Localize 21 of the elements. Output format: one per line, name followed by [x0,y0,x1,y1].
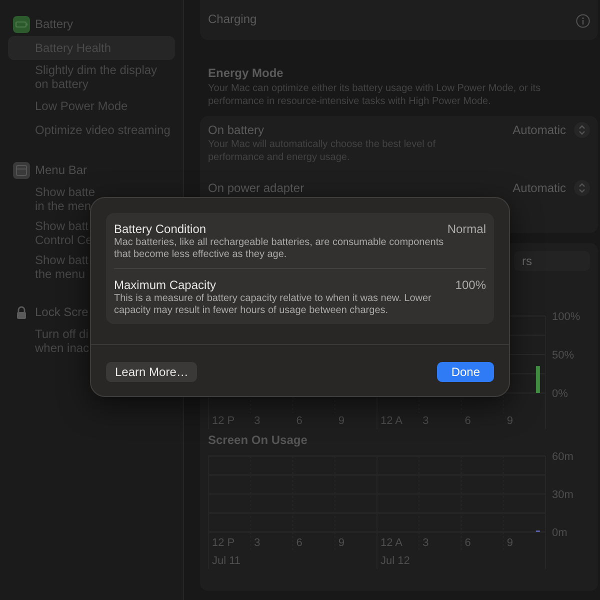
setting-label: On battery [208,122,266,138]
info-title: Battery Condition [114,221,208,237]
info-title: Maximum Capacity [114,277,218,293]
segmented-control[interactable]: rs [514,251,590,271]
stepper-icon[interactable] [574,122,590,138]
info-value: Normal [447,221,486,238]
info-description: This is a measure of battery capacity relative to when it was new. Lower capacity may result in fewer hours of usage between charges. [114,293,432,317]
section-heading: Energy Mode [207,65,284,82]
charging-label: Charging [208,11,257,28]
popup-value[interactable]: Automatic [512,180,566,196]
menu-bar-icon [13,162,30,178]
chart-bar [536,366,540,393]
learn-more-button[interactable]: Learn More… [106,362,198,382]
info-description: Mac batteries, like all rechargeable batteries, are consumable components that become less effective as they age. [114,237,444,261]
popup-value[interactable]: Automatic [512,122,566,138]
setting-label: On power adapter [208,180,304,196]
info-icon[interactable] [576,14,590,28]
stepper-icon[interactable] [574,180,590,196]
info-value: 100% [455,277,486,294]
done-button[interactable]: Done [437,362,494,382]
battery-icon [13,16,30,32]
